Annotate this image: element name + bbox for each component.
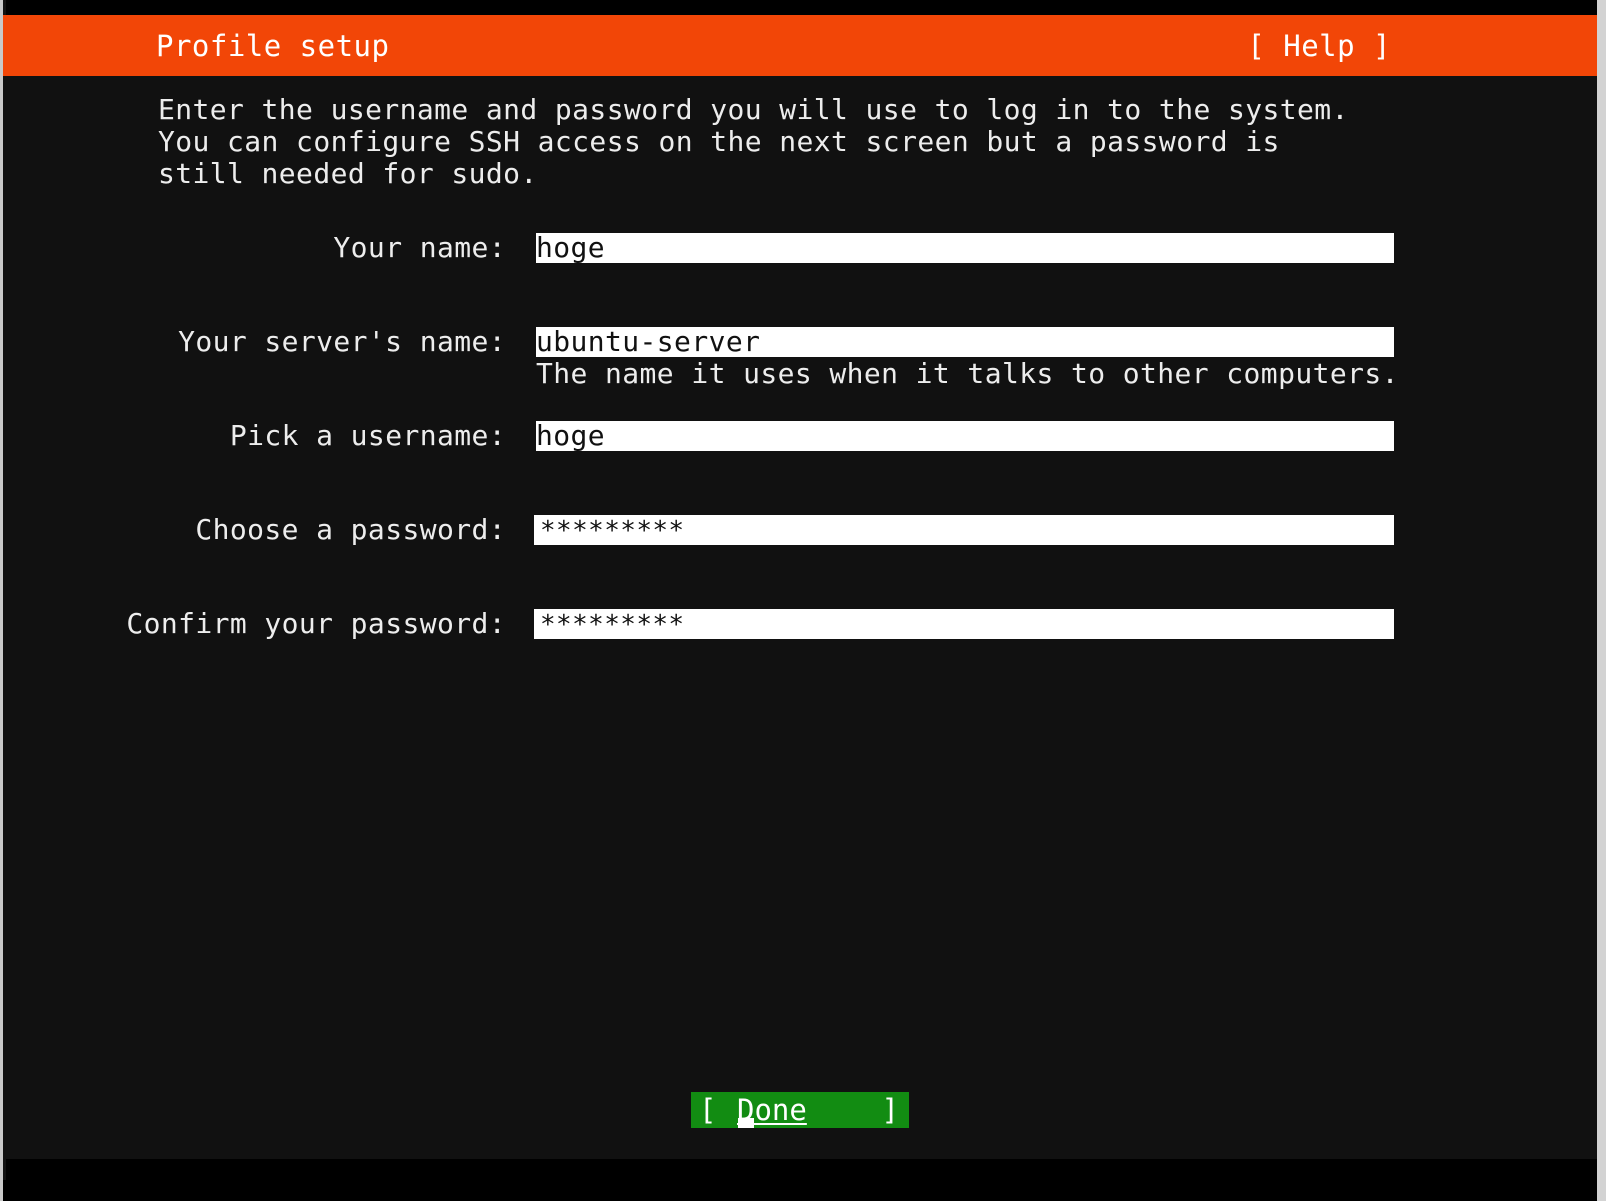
- form-row-server-name: Your server's name: ubuntu-server: [3, 327, 1597, 357]
- installer-screen: Profile setup [ Help ] Enter the usernam…: [0, 0, 1606, 1201]
- input-password[interactable]: *********: [534, 515, 1394, 545]
- label-your-name: Your name:: [333, 231, 506, 264]
- input-confirm-password[interactable]: *********: [534, 609, 1394, 639]
- helper-server-name: The name it uses when it talks to other …: [536, 357, 1399, 390]
- form-row-confirm-password: Confirm your password: *********: [3, 609, 1597, 639]
- letterbox-top: [6, 0, 1597, 15]
- page-title: Profile setup: [156, 28, 390, 63]
- input-server-name-value: ubuntu-server: [534, 327, 761, 357]
- label-server-name: Your server's name:: [178, 325, 506, 358]
- input-username-value: hoge: [534, 421, 606, 451]
- done-bracket-left: [: [699, 1093, 717, 1127]
- form-row-username: Pick a username: hoge: [3, 421, 1597, 451]
- input-server-name[interactable]: ubuntu-server: [534, 327, 1394, 357]
- help-button[interactable]: [ Help ]: [1247, 29, 1391, 63]
- input-password-value: *********: [540, 516, 685, 545]
- label-password: Choose a password:: [195, 513, 506, 546]
- input-your-name[interactable]: hoge: [534, 233, 1394, 263]
- label-confirm-password: Confirm your password:: [126, 607, 506, 640]
- input-confirm-password-value: *********: [540, 610, 685, 639]
- done-bracket-right: ]: [881, 1093, 899, 1127]
- label-username: Pick a username:: [229, 419, 506, 452]
- input-username[interactable]: hoge: [534, 421, 1394, 451]
- letterbox-bottom: [6, 1159, 1597, 1180]
- title-bar: Profile setup [ Help ]: [3, 15, 1597, 76]
- terminal-surface: Profile setup [ Help ] Enter the usernam…: [3, 0, 1597, 1180]
- text-cursor-block: [738, 1118, 754, 1128]
- screen-frame-right-edge: [1597, 0, 1606, 1201]
- content-area: Enter the username and password you will…: [3, 76, 1597, 1180]
- intro-text: Enter the username and password you will…: [158, 93, 1367, 190]
- form-row-your-name: Your name: hoge: [3, 233, 1597, 263]
- done-button[interactable]: [ Done ]: [691, 1092, 909, 1128]
- input-your-name-value: hoge: [534, 233, 606, 263]
- form-row-password: Choose a password: *********: [3, 515, 1597, 545]
